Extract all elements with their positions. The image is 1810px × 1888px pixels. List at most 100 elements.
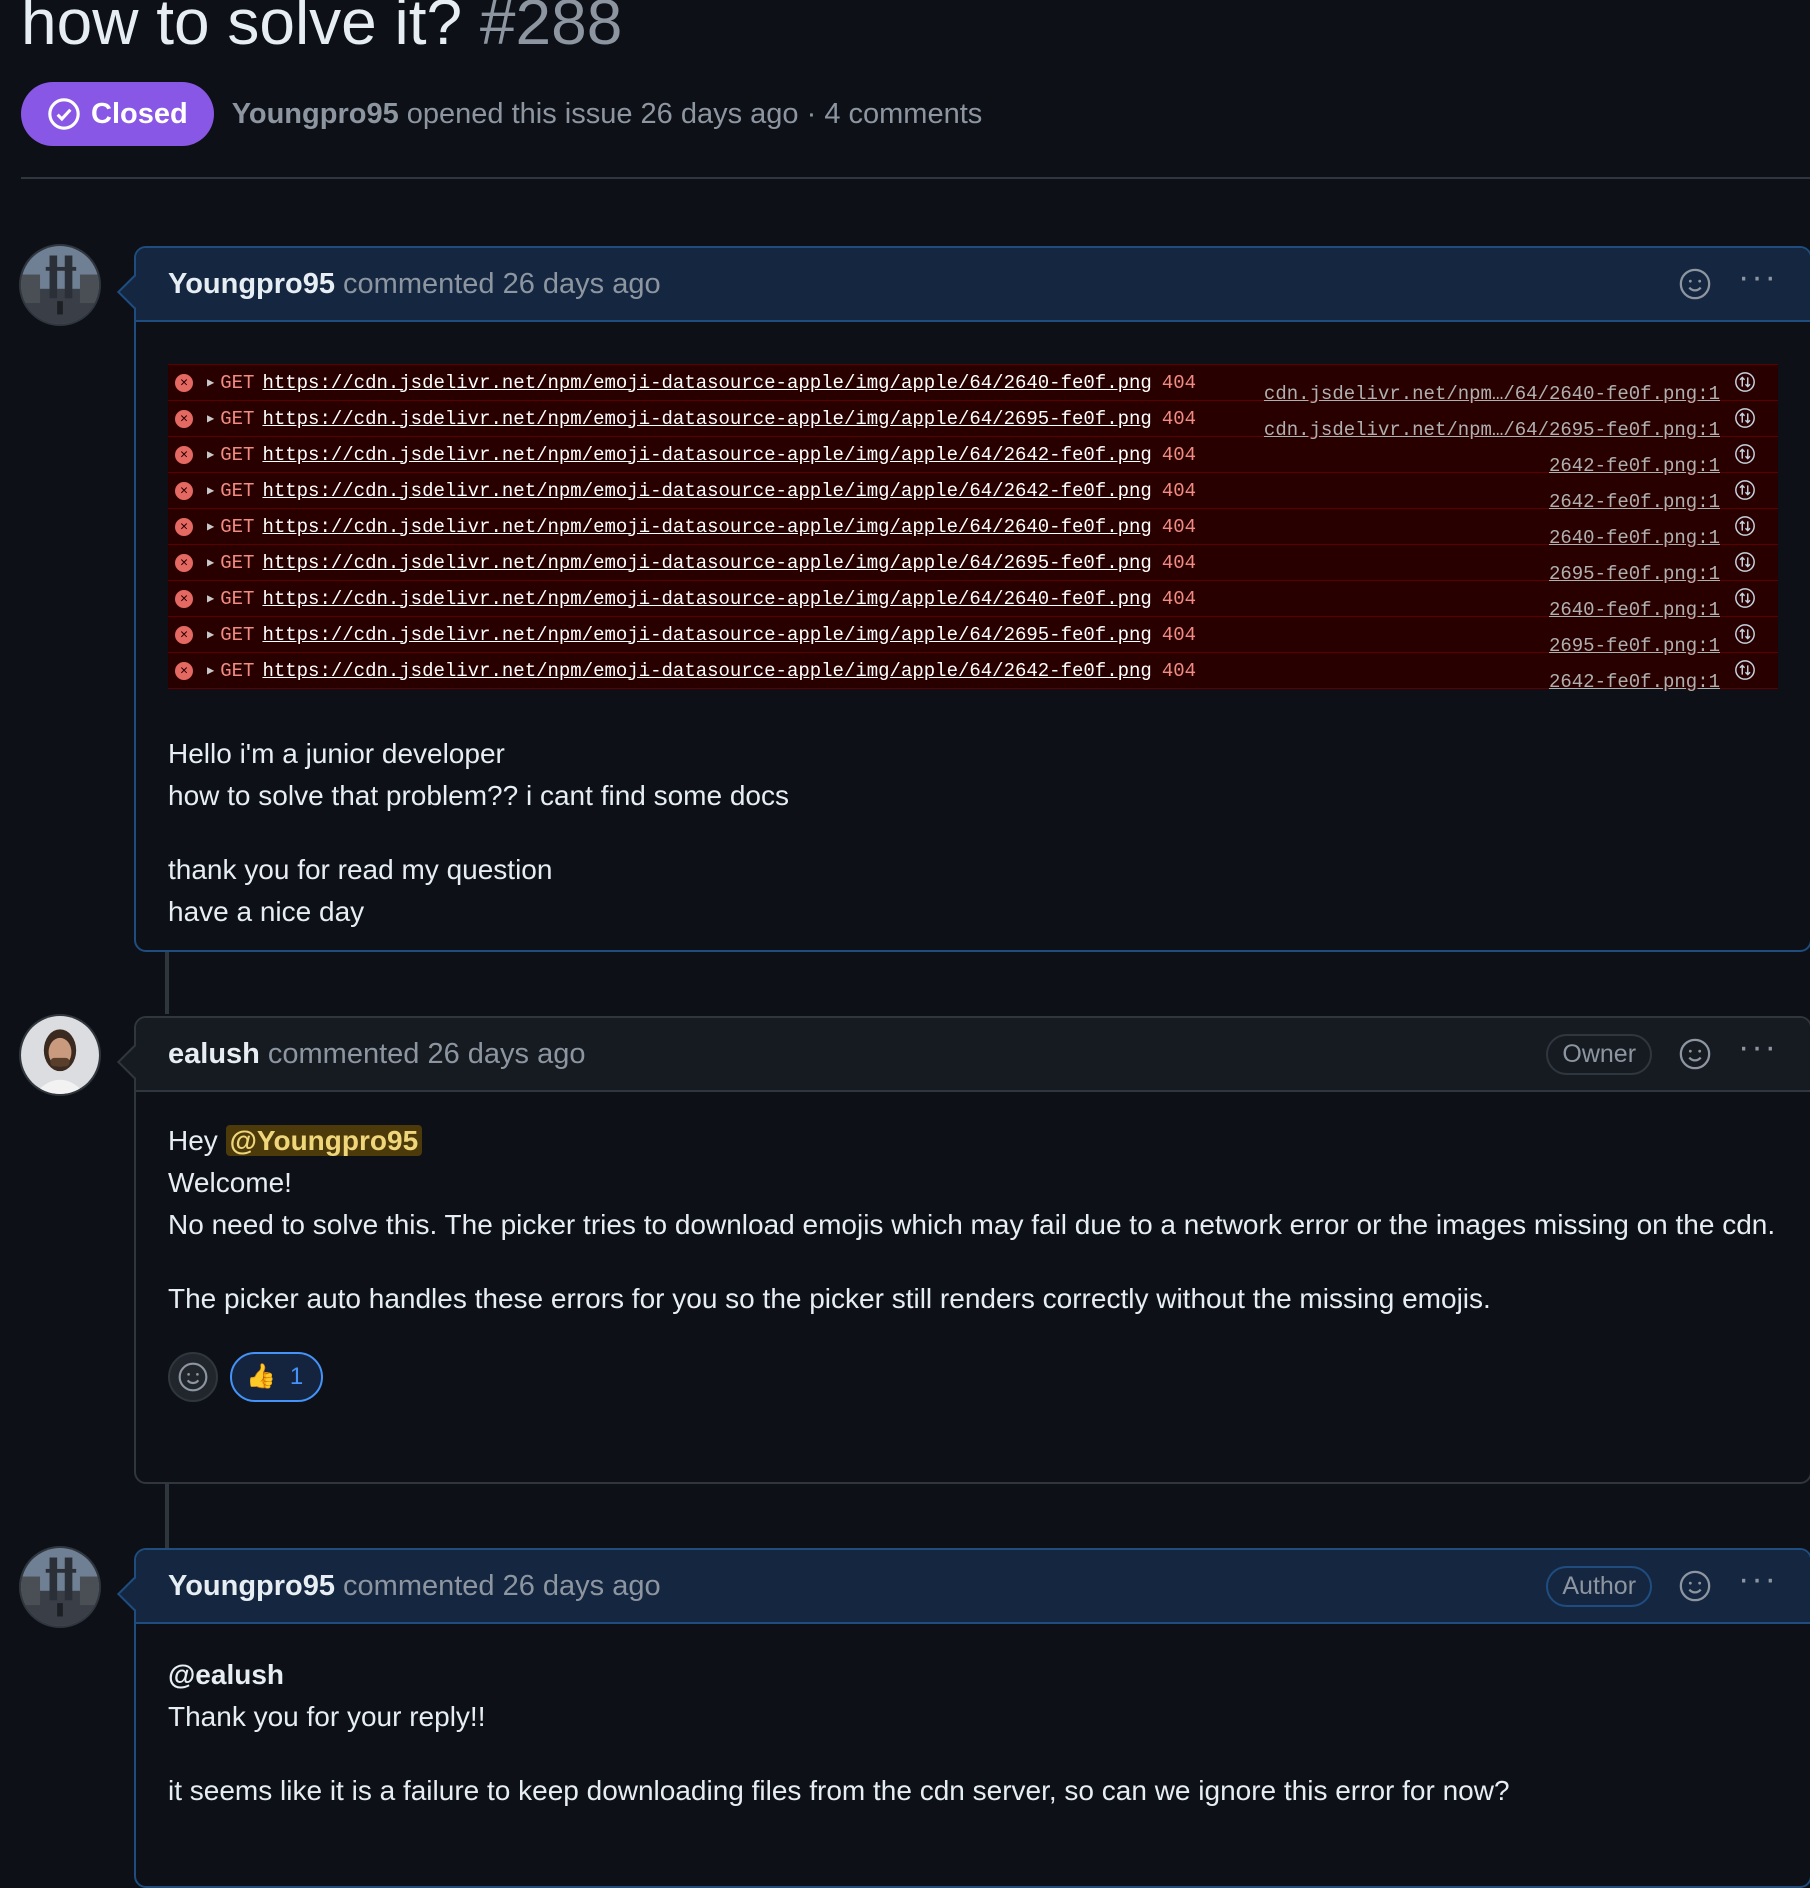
comment-line: The picker auto handles these errors for… — [168, 1283, 1491, 1314]
console-row: ✕ ▶ GET https://cdn.jsdelivr.net/npm/emoji-… — [168, 473, 1778, 513]
avatar-youngpro95[interactable] — [19, 244, 101, 326]
error-icon: ✕ — [175, 589, 193, 608]
reaction-count: 1 — [289, 1363, 304, 1390]
console-method: GET — [220, 659, 255, 682]
comment-card: ealush commented 26 days ago Owner ··· H… — [134, 1016, 1810, 1484]
comment-card: Youngpro95 commented 26 days ago Author … — [134, 1548, 1810, 1888]
add-reaction-button[interactable] — [1676, 1567, 1714, 1605]
comment-line: have a nice day — [168, 896, 365, 927]
avatar-image — [21, 246, 99, 324]
network-icon — [1735, 444, 1755, 464]
greeting-text: Hey — [168, 1125, 218, 1156]
network-icon — [1735, 516, 1755, 536]
issue-title-text: how to solve it? — [21, 0, 463, 58]
add-reaction-button[interactable] — [1676, 1035, 1714, 1073]
error-icon: ✕ — [175, 481, 193, 500]
issue-state-badge: Closed — [21, 82, 214, 146]
issue-title: how to solve it? #288 — [21, 0, 622, 58]
network-icon — [1735, 372, 1755, 392]
comment-line: thank you for read my question — [168, 854, 553, 885]
comment-card: Youngpro95 commented 26 days ago ··· ✕ ▶ G… — [134, 246, 1810, 952]
console-row: ✕ ▶ GET https://cdn.jsdelivr.net/npm/emoji-… — [168, 401, 1778, 441]
smiley-icon — [1679, 268, 1711, 300]
console-row: ✕ ▶ GET https://cdn.jsdelivr.net/npm/emoji-… — [168, 509, 1778, 549]
console-url: https://cdn.jsdelivr.net/npm/emoji-datas… — [262, 659, 1152, 682]
thumbs-up-icon: 👍 — [246, 1363, 276, 1390]
comment-author[interactable]: Youngpro95 — [168, 1570, 335, 1603]
comment-paragraph: thank you for read my question have a ni… — [168, 849, 1778, 933]
console-source: 2642-fe0f.png:1 — [1548, 671, 1720, 693]
error-icon: ✕ — [175, 373, 193, 392]
issue-state-label: Closed — [91, 97, 188, 130]
smiley-icon — [178, 1362, 208, 1392]
author-badge: Author — [1546, 1565, 1653, 1607]
comment-line: Hello i'm a junior developer — [168, 738, 505, 769]
comment-line: it seems like it is a failure to keep do… — [168, 1775, 1510, 1806]
error-icon: ✕ — [175, 625, 193, 644]
comment-author[interactable]: ealush — [168, 1038, 260, 1071]
avatar-image — [21, 1548, 99, 1626]
console-row: ✕ ▶ GET https://cdn.jsdelivr.net/npm/emoji-… — [168, 545, 1778, 585]
add-reaction-button[interactable] — [168, 1352, 218, 1402]
comment-paragraph: @ealush Thank you for your reply!! — [168, 1654, 1778, 1738]
header-divider — [21, 177, 1810, 179]
thumbs-up-reaction[interactable]: 👍 1 — [230, 1352, 324, 1402]
network-icon — [1735, 588, 1755, 608]
issue-opened-text: opened this issue 26 days ago · 4 commen… — [406, 97, 983, 130]
error-icon: ✕ — [175, 445, 193, 464]
comment-line: how to solve that problem?? i cant find … — [168, 780, 790, 811]
comment-author[interactable]: Youngpro95 — [168, 268, 335, 301]
comment-body: ✕ ▶ GET https://cdn.jsdelivr.net/npm/emoji-… — [136, 322, 1810, 933]
avatar-ealush[interactable] — [19, 1014, 101, 1096]
comment-header: ealush commented 26 days ago Owner ··· — [136, 1018, 1810, 1092]
reactions-bar: 👍 1 — [168, 1352, 1778, 1402]
comment-paragraph: The picker auto handles these errors for… — [168, 1278, 1778, 1320]
user-mention[interactable]: @ealush — [168, 1659, 284, 1690]
check-circle-icon — [48, 98, 80, 130]
error-icon: ✕ — [175, 661, 193, 680]
comment-timestamp[interactable]: commented 26 days ago — [343, 268, 661, 301]
comment-header: Youngpro95 commented 26 days ago ··· — [136, 248, 1810, 322]
network-icon — [1735, 552, 1755, 572]
comment-paragraph: Hey @Youngpro95 Welcome! No need to solv… — [168, 1120, 1778, 1246]
avatar-youngpro95[interactable] — [19, 1546, 101, 1628]
more-options-button[interactable]: ··· — [1738, 260, 1778, 294]
console-row: ✕ ▶ GET https://cdn.jsdelivr.net/npm/emoji-… — [168, 437, 1778, 477]
more-options-button[interactable]: ··· — [1738, 1562, 1778, 1596]
console-status: 404 — [1161, 659, 1197, 682]
smiley-icon — [1679, 1570, 1711, 1602]
network-icon — [1735, 480, 1755, 500]
issue-meta-text: Youngpro95 opened this issue 26 days ago… — [232, 98, 983, 131]
comment-line: No need to solve this. The picker tries … — [168, 1209, 1776, 1240]
console-row: ✕ ▶ GET https://cdn.jsdelivr.net/npm/emoji-… — [168, 581, 1778, 621]
timeline-connector — [165, 1482, 169, 1548]
comment-paragraph: Hello i'm a junior developer how to solv… — [168, 733, 1778, 817]
comment-paragraph: it seems like it is a failure to keep do… — [168, 1770, 1778, 1812]
comment-line: Thank you for your reply!! — [168, 1701, 486, 1732]
expand-triangle-icon: ▶ — [207, 663, 215, 678]
smiley-icon — [1679, 1038, 1711, 1070]
console-row: ✕ ▶ GET https://cdn.jsdelivr.net/npm/emoji-… — [168, 365, 1778, 405]
issue-opener-link[interactable]: Youngpro95 — [232, 98, 399, 130]
add-reaction-button[interactable] — [1676, 265, 1714, 303]
error-icon: ✕ — [175, 409, 193, 428]
user-mention[interactable]: @Youngpro95 — [225, 1125, 423, 1156]
avatar-image — [21, 1016, 99, 1094]
comment-timestamp[interactable]: commented 26 days ago — [268, 1038, 586, 1071]
comment-timestamp[interactable]: commented 26 days ago — [343, 1570, 661, 1603]
owner-badge: Owner — [1546, 1033, 1653, 1075]
issue-meta: Closed Youngpro95 opened this issue 26 d… — [21, 82, 982, 146]
console-row: ✕ ▶ GET https://cdn.jsdelivr.net/npm/emoji-… — [168, 617, 1778, 657]
network-icon — [1735, 660, 1755, 680]
console-row: ✕ ▶ GET https://cdn.jsdelivr.net/npm/emoji-… — [168, 653, 1778, 693]
comment-line: Welcome! — [168, 1167, 292, 1198]
error-icon: ✕ — [175, 517, 193, 536]
issue-number: #288 — [479, 0, 623, 58]
timeline-connector — [165, 948, 169, 1014]
more-options-button[interactable]: ··· — [1738, 1030, 1778, 1064]
error-icon: ✕ — [175, 553, 193, 572]
console-screenshot: ✕ ▶ GET https://cdn.jsdelivr.net/npm/emoji-… — [168, 364, 1778, 693]
comment-header: Youngpro95 commented 26 days ago Author … — [136, 1550, 1810, 1624]
comment-body: @ealush Thank you for your reply!! it se… — [136, 1624, 1810, 1812]
network-icon — [1735, 408, 1755, 428]
